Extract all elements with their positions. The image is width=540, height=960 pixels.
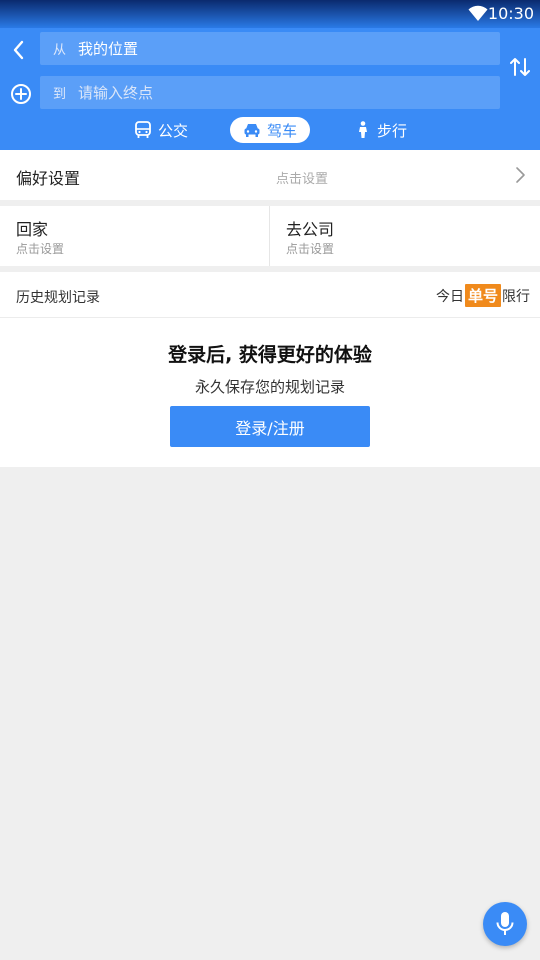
login-prompt-title: 登录后, 获得更好的体验	[168, 344, 372, 366]
preferences-title: 偏好设置	[16, 169, 81, 188]
header: 10:30 从 我的位置 到 请输入终点 公交 驾车 步行	[0, 0, 540, 150]
back-icon[interactable]	[10, 39, 28, 61]
microphone-icon	[496, 912, 514, 935]
destination-prefix: 到	[53, 87, 67, 102]
traffic-restriction: 今日 单号 限行	[436, 284, 530, 307]
chevron-right-icon	[516, 167, 525, 183]
preferences-row[interactable]: 偏好设置 点击设置	[0, 150, 540, 200]
origin-input[interactable]: 从 我的位置	[40, 32, 500, 65]
add-waypoint-icon[interactable]	[10, 83, 32, 105]
destination-placeholder: 请输入终点	[78, 84, 154, 102]
shortcut-office-title: 去公司	[286, 220, 335, 239]
restriction-badge: 单号	[464, 284, 501, 307]
status-bar: 10:30	[0, 0, 540, 28]
tab-bus-label: 公交	[158, 121, 189, 140]
shortcut-office-hint: 点击设置	[286, 242, 335, 256]
shortcut-office[interactable]: 去公司 点击设置	[270, 206, 539, 266]
shortcut-home-title: 回家	[16, 220, 49, 239]
preferences-hint: 点击设置	[276, 172, 329, 187]
tab-bus[interactable]: 公交	[134, 117, 188, 143]
car-icon	[244, 124, 260, 137]
history-panel: 历史规划记录 今日 单号 限行 登录后, 获得更好的体验 永久保存您的规划记录 …	[0, 272, 540, 467]
tab-drive[interactable]: 驾车	[230, 117, 310, 143]
tab-walk-label: 步行	[377, 121, 408, 140]
shortcut-home-hint: 点击设置	[16, 242, 65, 256]
status-time: 10:30	[487, 4, 534, 23]
transport-mode-tabs: 公交 驾车 步行	[0, 116, 540, 144]
login-register-button[interactable]: 登录/注册	[170, 406, 370, 447]
bus-icon	[135, 121, 151, 138]
history-title: 历史规划记录	[16, 290, 100, 306]
restriction-prefix: 今日	[435, 288, 464, 305]
tab-walk[interactable]: 步行	[355, 117, 407, 143]
shortcuts-row: 回家 点击设置 去公司 点击设置	[0, 206, 540, 266]
shortcut-home[interactable]: 回家 点击设置	[0, 206, 269, 266]
origin-value: 我的位置	[78, 40, 139, 58]
voice-input-button[interactable]	[483, 902, 527, 946]
walk-icon	[359, 121, 367, 138]
destination-input[interactable]: 到 请输入终点	[40, 76, 500, 109]
divider	[0, 317, 540, 318]
swap-icon[interactable]	[510, 56, 530, 78]
wifi-icon	[468, 5, 488, 21]
restriction-suffix: 限行	[502, 288, 530, 305]
tab-drive-label: 驾车	[266, 121, 297, 140]
login-prompt-subtitle: 永久保存您的规划记录	[194, 378, 345, 396]
origin-prefix: 从	[53, 43, 67, 58]
